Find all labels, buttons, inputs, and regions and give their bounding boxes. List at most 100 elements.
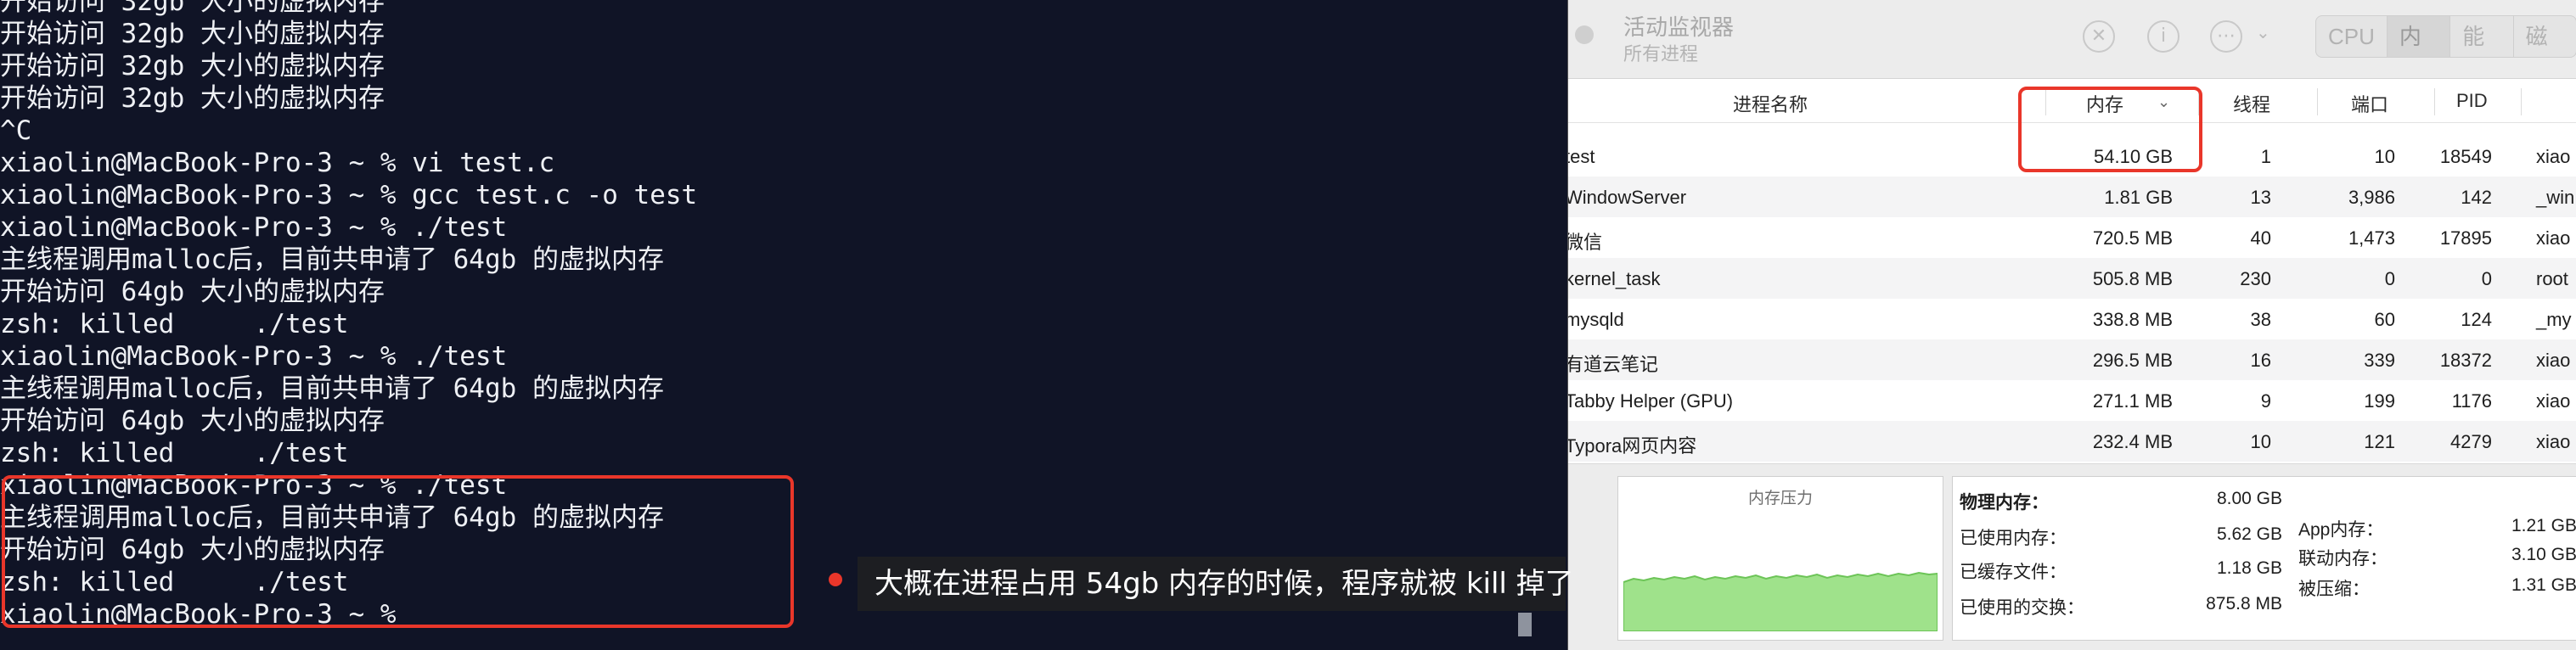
terminal-line: 主线程调用malloc后，目前共申请了 64gb 的虚拟内存 bbox=[0, 244, 664, 275]
stat-app-value: 1.21 GB bbox=[2511, 516, 2576, 535]
stat-app-label: App内存： bbox=[2298, 520, 2384, 540]
cell-ports: 1,473 bbox=[2348, 227, 2395, 249]
cell-user: xiao bbox=[2536, 350, 2571, 371]
terminal-highlight-box bbox=[2, 475, 794, 628]
activity-monitor-window: 活动监视器 所有进程 ✕ i ⋯ ⌄ CPU 内存 能耗 磁盘 进程名称 内存 … bbox=[1567, 0, 2576, 650]
terminal-line: 主线程调用malloc后，目前共申请了 64gb 的虚拟内存 bbox=[0, 373, 664, 404]
stat-wired-value: 3.10 GB bbox=[2511, 545, 2576, 564]
memory-pressure-title: 内存压力 bbox=[1747, 490, 1813, 507]
cell-pid: 4279 bbox=[2450, 431, 2492, 452]
table-row[interactable]: 有道云笔记 296.5 MB 16 339 18372 xiao bbox=[1568, 339, 2576, 380]
cell-pid: 18549 bbox=[2439, 146, 2492, 167]
terminal-window[interactable]: 开始访问 32gb 大小的虚拟内存 开始访问 32gb 大小的虚拟内存 开始访问 3… bbox=[0, 0, 1567, 650]
cell-threads: 16 bbox=[2250, 350, 2271, 371]
stat-physical-label: 物理内存： bbox=[1960, 493, 2049, 513]
tab-cpu[interactable]: CPU bbox=[2316, 16, 2388, 57]
info-icon[interactable]: i bbox=[2147, 20, 2179, 53]
cell-ports: 121 bbox=[2364, 431, 2395, 452]
table-row[interactable]: WindowServer 1.81 GB 13 3,986 142 _win bbox=[1568, 177, 2576, 217]
cell-pid: 17895 bbox=[2439, 227, 2492, 249]
cell-memory: 271.1 MB bbox=[2092, 390, 2173, 412]
column-divider bbox=[2317, 88, 2318, 115]
memory-breakdown: App内存： 1.21 GB 联动内存： 3.10 GB 被压缩： 1.31 G… bbox=[2292, 476, 2576, 641]
tab-strip: CPU 内存 能耗 磁盘 bbox=[2315, 15, 2576, 58]
stat-wired-label: 联动内存： bbox=[2298, 549, 2388, 569]
memory-summary-panel: 内存压力 物理内存： 8.00 GB 已使用内存： 5.62 GB 已缓存文件：… bbox=[1568, 463, 2576, 650]
memory-highlight-box bbox=[2018, 87, 2202, 172]
annotation-marker bbox=[829, 573, 842, 586]
tab-memory[interactable]: 内存 bbox=[2387, 16, 2451, 57]
annotation-label: 大概在进程占用 54gb 内存的时候，程序就被 kill 掉了 bbox=[858, 557, 1574, 611]
cell-memory: 1.81 GB bbox=[2104, 187, 2173, 208]
window-subtitle: 所有进程 bbox=[1623, 43, 1699, 64]
stat-swap-label: 已使用的交换： bbox=[1960, 598, 2084, 618]
cell-user: xiao bbox=[2536, 227, 2571, 249]
cell-name: test bbox=[1567, 146, 1595, 167]
window-title: 活动监视器 bbox=[1623, 14, 1735, 40]
cell-user: _win bbox=[2536, 187, 2575, 208]
cell-user: xiao bbox=[2536, 146, 2571, 167]
memory-pressure-box: 内存压力 bbox=[1617, 476, 1943, 641]
cell-name: 有道云笔记 bbox=[1567, 354, 1659, 375]
cell-memory: 338.8 MB bbox=[2092, 309, 2173, 330]
cell-name: Typora网页内容 bbox=[1567, 435, 1697, 457]
cell-ports: 339 bbox=[2364, 350, 2395, 371]
table-row[interactable]: 微信 720.5 MB 40 1,473 17895 xiao bbox=[1568, 217, 2576, 258]
terminal-line: 开始访问 32gb 大小的虚拟内存 bbox=[0, 51, 385, 81]
terminal-line: xiaolin@MacBook-Pro-3 ~ % ./test bbox=[0, 212, 508, 243]
cell-threads: 40 bbox=[2250, 227, 2271, 249]
column-process-name[interactable]: 进程名称 bbox=[1733, 90, 1808, 117]
terminal-line: 开始访问 64gb 大小的虚拟内存 bbox=[0, 406, 385, 436]
cell-pid: 0 bbox=[2481, 268, 2492, 289]
cell-ports: 199 bbox=[2364, 390, 2395, 412]
cell-user: xiao bbox=[2536, 431, 2571, 452]
cell-threads: 1 bbox=[2260, 146, 2271, 167]
terminal-line: zsh: killed ./test bbox=[0, 438, 349, 468]
more-icon[interactable]: ⋯ bbox=[2210, 20, 2242, 53]
cell-ports: 0 bbox=[2384, 268, 2395, 289]
cell-memory: 232.4 MB bbox=[2092, 431, 2173, 452]
cell-threads: 38 bbox=[2250, 309, 2271, 330]
cell-name: Tabby Helper (GPU) bbox=[1567, 390, 1734, 412]
window-control-icon[interactable] bbox=[1575, 25, 1594, 44]
stat-cached-value: 1.18 GB bbox=[2216, 558, 2282, 578]
table-row[interactable]: kernel_task 505.8 MB 230 0 0 root bbox=[1568, 258, 2576, 299]
cell-name: mysqld bbox=[1567, 309, 1624, 330]
stat-swap-value: 875.8 MB bbox=[2206, 594, 2282, 614]
table-row[interactable]: Tabby Helper (GPU) 271.1 MB 9 199 1176 xiao bbox=[1568, 380, 2576, 421]
cell-user: _my bbox=[2536, 309, 2572, 330]
terminal-line: xiaolin@MacBook-Pro-3 ~ % ./test bbox=[0, 341, 508, 372]
stat-cached-label: 已缓存文件： bbox=[1960, 563, 2067, 582]
tab-energy[interactable]: 能耗 bbox=[2450, 16, 2514, 57]
cell-name: WindowServer bbox=[1567, 187, 1687, 208]
cell-pid: 142 bbox=[2461, 187, 2492, 208]
memory-stats: 物理内存： 8.00 GB 已使用内存： 5.62 GB 已缓存文件： 1.18… bbox=[1952, 476, 2293, 641]
stat-compressed-label: 被压缩： bbox=[2298, 580, 2370, 599]
cell-threads: 9 bbox=[2260, 390, 2271, 412]
cell-name: 微信 bbox=[1567, 232, 1603, 253]
cell-pid: 18372 bbox=[2439, 350, 2492, 371]
stat-used-label: 已使用内存： bbox=[1960, 529, 2067, 548]
terminal-line: ^C bbox=[0, 115, 32, 146]
cell-user: root bbox=[2536, 268, 2568, 289]
process-table: test 54.10 GB 1 10 18549 xiao WindowServer 1.81… bbox=[1568, 136, 2576, 462]
terminal-line: 开始访问 32gb 大小的虚拟内存 bbox=[0, 0, 385, 17]
table-row[interactable]: mysqld 338.8 MB 38 60 124 _my bbox=[1568, 299, 2576, 339]
tab-disk[interactable]: 磁盘 bbox=[2514, 16, 2576, 57]
chevron-down-icon[interactable]: ⌄ bbox=[2256, 22, 2270, 42]
column-pid[interactable]: PID bbox=[2456, 90, 2488, 112]
cell-threads: 230 bbox=[2240, 268, 2271, 289]
stop-icon[interactable]: ✕ bbox=[2083, 20, 2115, 53]
column-threads[interactable]: 线程 bbox=[2233, 90, 2270, 117]
terminal-line: xiaolin@MacBook-Pro-3 ~ % vi test.c bbox=[0, 148, 555, 178]
column-ports[interactable]: 端口 bbox=[2351, 90, 2388, 117]
cell-name: kernel_task bbox=[1567, 268, 1661, 289]
memory-pressure-chart bbox=[1623, 571, 1938, 631]
terminal-line: 开始访问 32gb 大小的虚拟内存 bbox=[0, 19, 385, 49]
terminal-line: 开始访问 64gb 大小的虚拟内存 bbox=[0, 277, 385, 307]
table-row[interactable]: Typora网页内容 232.4 MB 10 121 4279 xiao bbox=[1568, 421, 2576, 462]
cell-ports: 10 bbox=[2374, 146, 2395, 167]
cell-memory: 505.8 MB bbox=[2092, 268, 2173, 289]
cell-ports: 3,986 bbox=[2348, 187, 2395, 208]
terminal-line: xiaolin@MacBook-Pro-3 ~ % gcc test.c -o … bbox=[0, 180, 698, 210]
